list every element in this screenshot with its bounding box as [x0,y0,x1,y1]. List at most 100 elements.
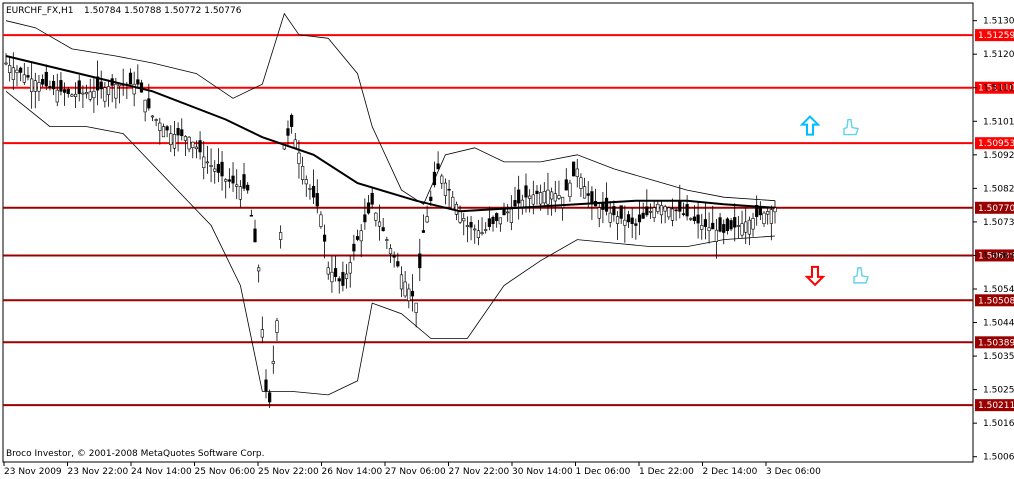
candle-body [762,212,766,225]
candle-body [333,268,338,277]
candle-body [421,230,426,233]
candle-body [169,133,173,145]
candle-body [696,214,700,224]
y-tick-label: 1.50540 [983,285,1014,295]
candle-body [187,136,191,150]
candle-body [293,139,297,148]
candle-body [509,208,513,223]
candle-body [220,161,224,177]
candle-body [700,225,704,230]
candle-body [528,195,532,199]
candle-body [52,80,56,90]
candle-body [571,161,576,177]
candle-body [733,217,737,228]
chart: 1.51259 1.51110 1.50953 1.50770 1.50635 1.505… [0,0,1014,479]
candle-body [568,182,572,197]
candle-body [714,229,719,242]
candle-body [736,225,740,227]
candle-body [84,92,89,95]
candle-body [290,114,294,127]
y-tick-label: 1.50635 [983,251,1014,261]
x-tick-label: 27 Nov 22:00 [449,467,510,477]
candle-body [689,218,693,220]
y-tick-label: 1.50445 [983,319,1014,329]
candle-body [670,208,675,221]
candle-body [462,218,466,222]
candle-body [183,136,188,141]
y-tick-label: 1.50920 [983,151,1014,161]
candle-body [33,80,37,92]
candle-body [465,225,470,227]
candle-body [366,202,371,214]
candle-body [557,195,561,199]
candle-body [81,92,85,95]
candle-body [517,189,521,204]
candle-body [11,67,15,80]
candle-body [352,243,356,252]
candle-body [703,219,708,227]
level-label: 1.50953 [978,139,1014,149]
candle-body [531,194,535,205]
level-label: 1.50508 [978,296,1014,306]
candle-body [436,163,440,170]
candle-body [161,126,166,138]
candle-body [22,74,26,83]
candle-body [194,146,199,150]
candle-body [615,216,620,224]
candle-body [341,272,345,286]
candle-body [623,219,627,226]
candle-body [59,80,63,92]
candle-body [315,193,319,207]
candle-body [469,222,473,228]
candle-body [564,179,568,191]
candle-body [41,79,45,85]
candle-body [656,203,660,212]
candle-body [447,188,451,191]
candle-body [681,213,686,215]
x-tick-label: 3 Dec 06:00 [766,467,821,477]
candle-body [692,216,697,222]
candle-body [619,205,623,219]
candle-body [227,179,231,182]
candle-body [128,72,133,85]
candle-body [553,193,557,202]
candle-body [575,168,579,177]
candle-body [26,75,30,78]
candle-body [55,89,59,103]
candle-body [88,91,92,100]
candle-body [103,87,107,102]
candle-body [451,196,455,210]
candle-body [355,236,360,240]
candle-body [582,186,587,199]
level-label: 1.50211 [978,401,1014,411]
x-tick-label: 27 Nov 06:00 [385,467,446,477]
x-tick-label: 2 Dec 14:00 [703,467,758,477]
candle-body [370,192,374,205]
symbol-label: EURCHF_FX,H1 [6,6,74,16]
candle-body [147,98,151,109]
candle-body [322,234,327,242]
candle-body [359,230,363,242]
candle-body [209,165,213,167]
candle-body [480,232,484,234]
candle-body [637,214,642,223]
y-tick-label: 1.50350 [983,352,1014,362]
chart-svg: 1.51259 1.51110 1.50953 1.50770 1.50635 1.505… [2,2,1014,477]
candle-body [66,89,70,94]
candle-body [242,174,246,189]
candle-body [425,216,429,223]
candle-body [663,206,667,212]
candle-body [652,207,656,219]
x-tick-label: 23 Nov 22:00 [68,467,129,477]
candle-body [15,69,19,73]
candle-body [388,248,393,255]
x-axis: 23 Nov 2009 23 Nov 22:00 24 Nov 14:00 25 No… [3,462,821,477]
x-tick-label: 25 Nov 06:00 [195,467,256,477]
level-label: 1.50389 [978,338,1014,348]
candle-body [268,392,272,403]
candle-body [711,222,715,230]
candle-body [4,62,8,65]
candle-body [539,192,543,205]
candle-body [579,177,583,189]
candle-body [143,99,147,113]
